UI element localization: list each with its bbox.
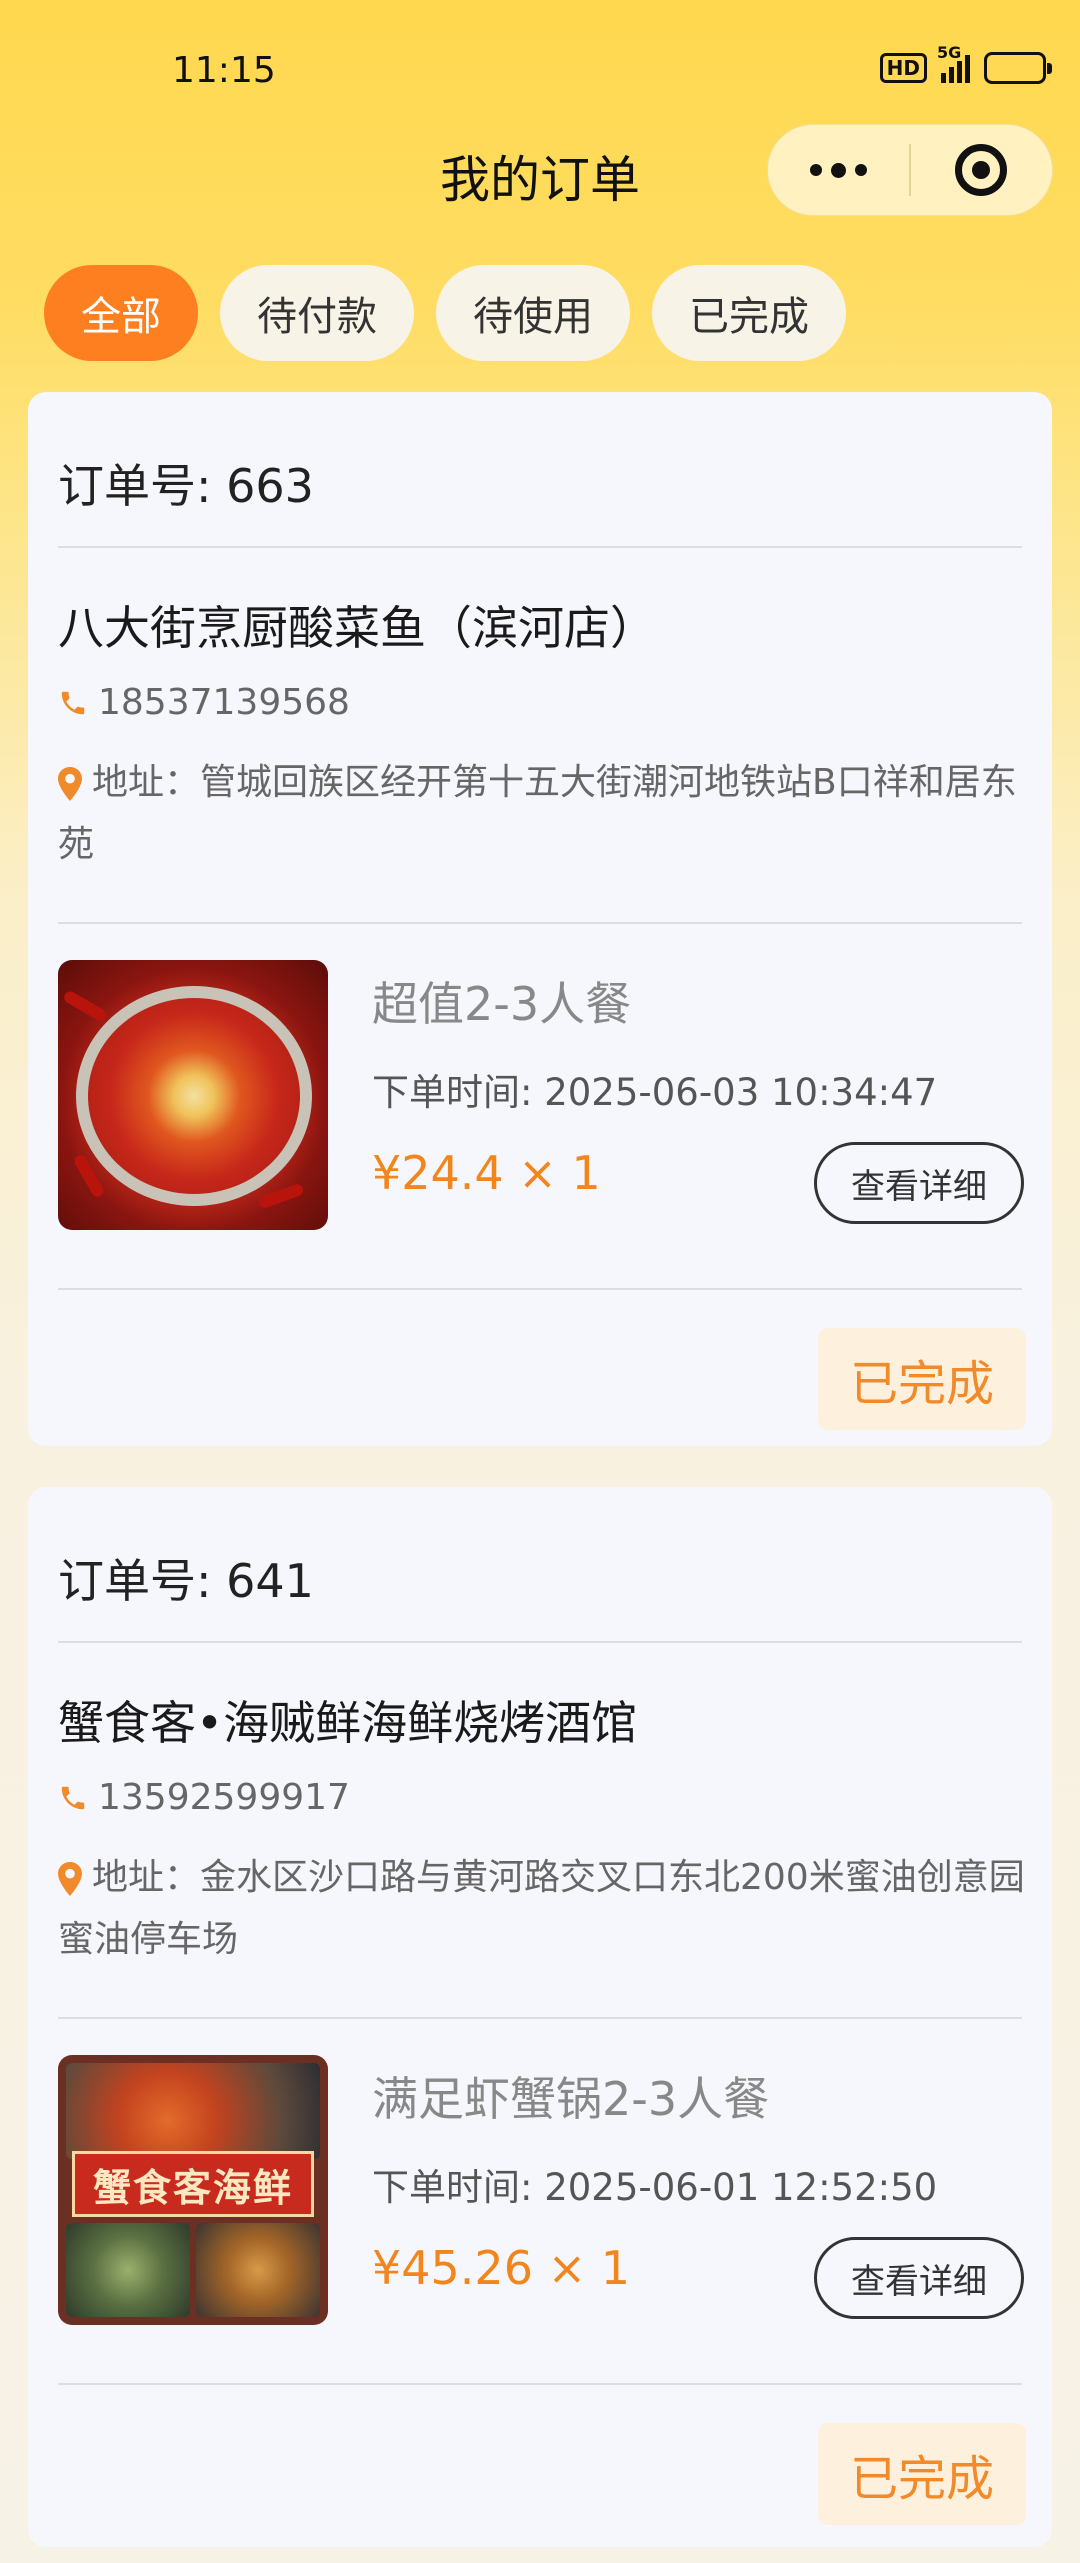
divider: [58, 2383, 1022, 2385]
view-details-button[interactable]: 查看详细: [814, 2237, 1024, 2319]
divider: [58, 2017, 1022, 2019]
order-card[interactable]: 订单号: 663 八大街烹厨酸菜鱼（滨河店） 18537139568 地址：管城…: [28, 392, 1052, 1446]
order-filter-tabs: 全部 待付款 待使用 已完成: [44, 265, 846, 361]
tab-completed[interactable]: 已完成: [652, 265, 846, 361]
status-bar: 11:15 HD 5G: [0, 0, 1080, 140]
image-banner-text: 蟹食客海鲜: [72, 2151, 314, 2217]
order-price: ¥45.26 × 1: [372, 2241, 631, 2295]
divider: [58, 1641, 1022, 1643]
package-image[interactable]: 蟹食客海鲜: [58, 2055, 328, 2325]
status-time: 11:15: [172, 50, 276, 91]
shop-phone[interactable]: 18537139568: [58, 682, 350, 723]
shop-address: 地址：管城回族区经开第十五大街潮河地铁站B口祥和居东苑: [58, 752, 1048, 876]
phone-icon: [61, 691, 85, 714]
order-time: 下单时间: 2025-06-03 10:34:47: [372, 1071, 938, 1114]
phone-number: 13592599917: [98, 1777, 350, 1818]
order-card[interactable]: 订单号: 641 蟹食客•海贼鲜海鲜烧烤酒馆 13592599917 地址：金水…: [28, 1487, 1052, 2547]
close-mini-program-icon[interactable]: [911, 124, 1052, 216]
more-options-icon[interactable]: [768, 124, 909, 216]
divider: [58, 546, 1022, 548]
phone-icon: [61, 1786, 85, 1809]
divider: [58, 1288, 1022, 1290]
hd-icon: HD: [879, 53, 927, 83]
location-pin-icon: [58, 767, 82, 801]
network-type-label: 5G: [937, 43, 962, 62]
address-text: 地址：金水区沙口路与黄河路交叉口东北200米蜜油创意园蜜油停车场: [58, 1857, 1025, 1960]
order-price: ¥24.4 × 1: [372, 1146, 601, 1200]
shop-name: 蟹食客•海贼鲜海鲜烧烤酒馆: [58, 1696, 638, 1750]
order-status-badge: 已完成: [818, 2423, 1026, 2525]
package-name: 满足虾蟹锅2-3人餐: [372, 2072, 770, 2126]
shop-phone[interactable]: 13592599917: [58, 1777, 350, 1818]
tab-all[interactable]: 全部: [44, 265, 198, 361]
order-status-badge: 已完成: [818, 1328, 1026, 1430]
shop-address: 地址：金水区沙口路与黄河路交叉口东北200米蜜油创意园蜜油停车场: [58, 1847, 1048, 1971]
package-name: 超值2-3人餐: [372, 977, 632, 1031]
status-icons: HD 5G: [879, 43, 1052, 84]
view-details-button[interactable]: 查看详细: [814, 1142, 1024, 1224]
order-time: 下单时间: 2025-06-01 12:52:50: [372, 2166, 938, 2209]
tab-pending-use[interactable]: 待使用: [436, 265, 630, 361]
divider: [58, 922, 1022, 924]
order-number: 订单号: 641: [58, 1554, 314, 1608]
signal-icon: 5G: [937, 43, 970, 83]
battery-icon: [984, 52, 1052, 84]
order-number: 订单号: 663: [58, 459, 314, 513]
shop-name: 八大街烹厨酸菜鱼（滨河店）: [58, 601, 656, 655]
location-pin-icon: [58, 1862, 82, 1896]
phone-number: 18537139568: [98, 682, 350, 723]
tab-pending-payment[interactable]: 待付款: [220, 265, 414, 361]
package-image[interactable]: [58, 960, 328, 1230]
address-text: 地址：管城回族区经开第十五大街潮河地铁站B口祥和居东苑: [58, 762, 1017, 865]
mini-program-capsule: [767, 124, 1053, 216]
